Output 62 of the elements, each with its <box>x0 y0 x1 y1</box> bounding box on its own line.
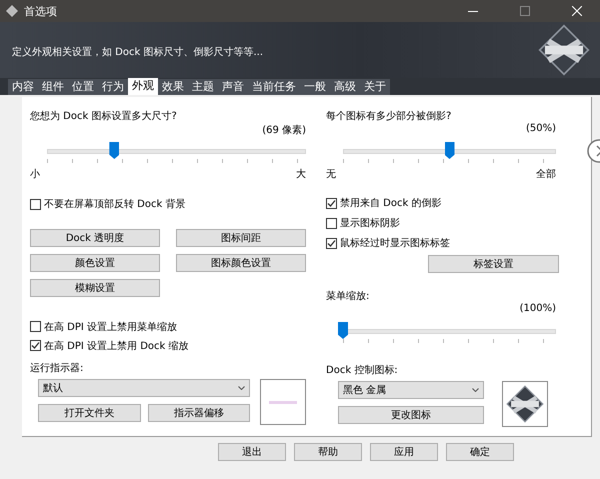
tab[interactable]: 当前任务 <box>248 79 300 95</box>
tab[interactable]: 内容 <box>8 79 38 95</box>
slider-reading: (100%) <box>518 303 556 316</box>
tab[interactable]: 关于 <box>360 79 390 95</box>
checkbox[interactable] <box>326 218 337 228</box>
slider-reading: (69 像素) <box>261 124 306 137</box>
slider-min-label: 无 <box>326 168 336 181</box>
checkbox-label: 不要在屏幕顶部反转 Dock 背景 <box>44 198 186 211</box>
indicator-button[interactable]: 指示器偏移 <box>148 404 250 422</box>
checkbox[interactable] <box>326 198 337 208</box>
checkbox-label: 显示图标阴影 <box>340 216 400 230</box>
header-description: 定义外观相关设置，如 Dock 图标尺寸、倒影尺寸等等... <box>12 46 264 59</box>
checkbox-label: 禁用来自 Dock 的倒影 <box>340 196 442 210</box>
slider-thumb[interactable] <box>338 322 348 339</box>
maximize-icon[interactable] <box>520 6 530 16</box>
dialog-button[interactable]: 确定 <box>446 443 514 461</box>
indicator-bar-icon <box>269 400 297 404</box>
slider-max-label: 大 <box>296 168 306 181</box>
checkbox-label: 在高 DPI 设置上禁用菜单缩放 <box>44 320 178 334</box>
dialog-button[interactable]: 帮助 <box>294 443 362 461</box>
settings-button[interactable]: 图标间距 <box>176 229 306 247</box>
tab[interactable]: 一般 <box>300 79 330 95</box>
settings-button[interactable]: 颜色设置 <box>30 254 160 272</box>
change-icon-button[interactable]: 更改图标 <box>338 406 484 424</box>
slider-question: 您想为 Dock 图标设置多大尺寸? <box>30 110 178 123</box>
chevron-down-icon <box>472 388 479 392</box>
indicator-button[interactable]: 打开文件夹 <box>38 404 140 422</box>
checkbox[interactable] <box>30 321 41 332</box>
checkbox-label: 鼠标经过时显示图标标签 <box>340 236 450 250</box>
settings-button[interactable]: 图标颜色设置 <box>176 254 306 272</box>
dropdown[interactable]: 默认 <box>38 379 250 397</box>
window-title: 首选项 <box>24 4 57 18</box>
tab[interactable]: 效果 <box>158 79 188 95</box>
tab[interactable]: 主题 <box>188 79 218 95</box>
tab[interactable]: 外观 <box>128 78 158 95</box>
slider-reading: (50%) <box>524 123 556 136</box>
dock-icon-label: Dock 控制图标: <box>326 364 399 377</box>
dialog-button[interactable]: 退出 <box>218 443 286 461</box>
checkbox-label: 在高 DPI 设置上禁用 Dock 缩放 <box>44 340 189 352</box>
checkbox[interactable] <box>30 198 41 210</box>
indicator-label: 运行指示器: <box>30 362 84 375</box>
tab[interactable]: 声音 <box>218 79 248 95</box>
tab[interactable]: 行为 <box>98 79 128 95</box>
slider-question: 每个图标有多少部分被倒影? <box>326 110 452 123</box>
checkbox[interactable] <box>30 340 41 351</box>
label-settings-button[interactable]: 标签设置 <box>428 255 559 273</box>
slider-max-label: 全部 <box>536 168 556 181</box>
app-icon <box>6 5 18 17</box>
chevron-down-icon <box>238 386 245 390</box>
dropdown[interactable]: 黑色 金属 <box>338 381 484 399</box>
settings-button[interactable]: 模糊设置 <box>30 279 160 297</box>
tab[interactable]: 位置 <box>68 79 98 95</box>
dialog-button[interactable]: 应用 <box>370 443 438 461</box>
slider-min-label: 小 <box>30 168 40 181</box>
settings-button[interactable]: Dock 透明度 <box>30 229 160 247</box>
tab[interactable]: 组件 <box>38 79 68 95</box>
slider-question: 菜单缩放: <box>326 290 370 303</box>
slider-thumb[interactable] <box>109 142 120 159</box>
checkbox[interactable] <box>326 238 337 248</box>
close-icon[interactable] <box>572 6 582 16</box>
slider-thumb[interactable] <box>444 142 454 159</box>
tab[interactable]: 高级 <box>330 79 360 95</box>
